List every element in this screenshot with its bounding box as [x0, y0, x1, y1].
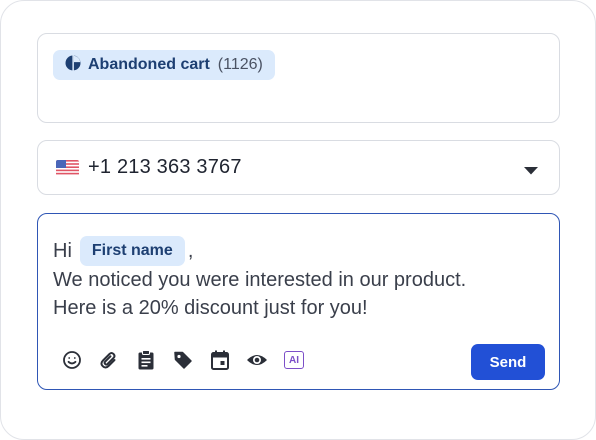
ai-icon[interactable]: AI — [282, 348, 306, 372]
phone-number-value: +1 213 363 3767 — [88, 156, 242, 178]
message-line-greeting: Hi First name , — [53, 236, 466, 266]
caret-down-icon[interactable] — [523, 163, 539, 181]
message-body[interactable]: Hi First name , We noticed you were inte… — [53, 236, 466, 322]
recipients-field[interactable]: Abandoned cart (1126) — [37, 33, 560, 123]
message-composer[interactable]: Hi First name , We noticed you were inte… — [37, 213, 560, 390]
emoji-icon[interactable] — [60, 348, 84, 372]
sms-compose-card: Abandoned cart (1126) +1 213 363 3767 Hi — [0, 0, 596, 440]
segment-chip-abandoned-cart[interactable]: Abandoned cart (1126) — [53, 50, 275, 80]
ai-icon-label: AI — [284, 351, 304, 369]
send-button[interactable]: Send — [471, 344, 545, 380]
segment-chip-label: Abandoned cart — [88, 56, 210, 73]
first-name-variable-chip[interactable]: First name — [79, 236, 185, 266]
message-line-2: We noticed you were interested in our pr… — [53, 269, 467, 291]
segment-chip-count: (1126) — [217, 56, 263, 73]
attachment-icon[interactable] — [97, 348, 121, 372]
composer-toolbar: AI — [60, 348, 306, 372]
calendar-icon[interactable] — [208, 348, 232, 372]
preview-eye-icon[interactable] — [245, 348, 269, 372]
tag-icon[interactable] — [171, 348, 195, 372]
message-line-3: Here is a 20% discount just for you! — [53, 297, 368, 319]
clipboard-icon[interactable] — [134, 348, 158, 372]
us-flag-icon — [56, 159, 79, 176]
phone-number-select[interactable]: +1 213 363 3767 — [37, 140, 560, 195]
greeting-comma: , — [187, 240, 194, 262]
greeting-text: Hi — [53, 240, 72, 262]
pie-chart-icon — [65, 54, 81, 76]
